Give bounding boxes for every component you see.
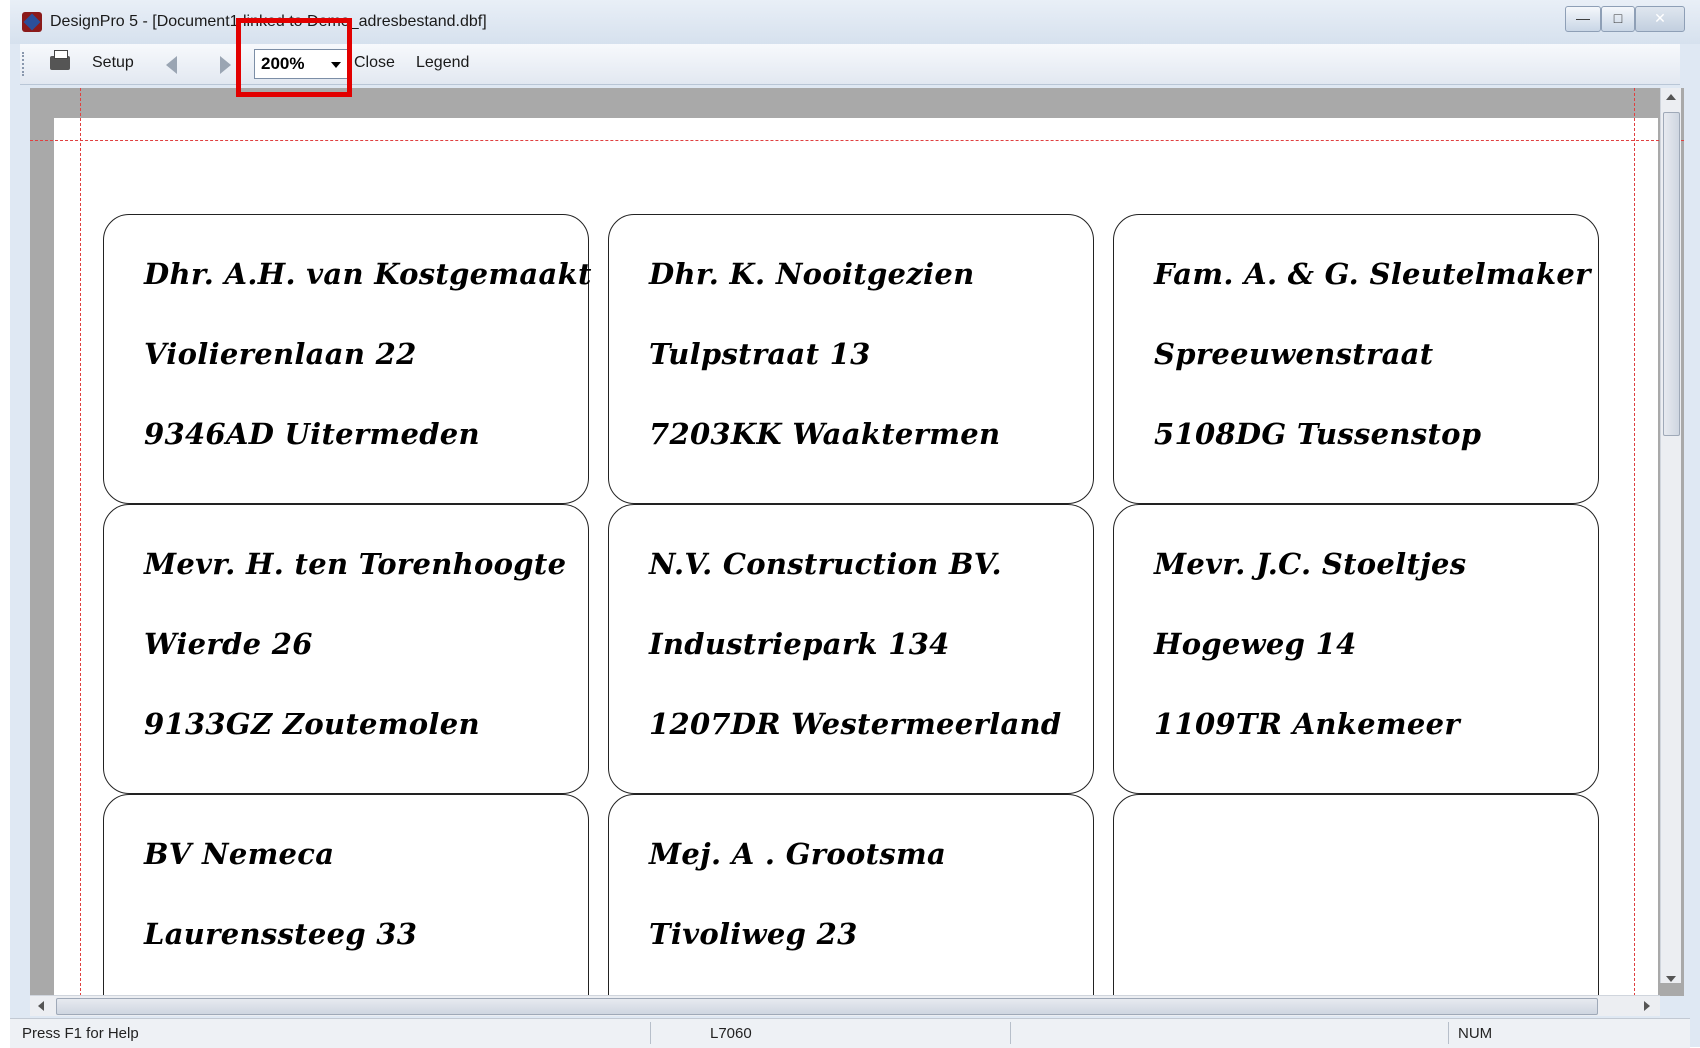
status-bar: Press F1 for Help L7060 NUM: [10, 1018, 1690, 1048]
horizontal-scroll-thumb[interactable]: [56, 998, 1598, 1015]
print-preview-area: Dhr. A.H. van Kostgemaakt Violierenlaan …: [30, 88, 1684, 996]
close-preview-button[interactable]: Close: [354, 54, 395, 72]
status-divider: [650, 1022, 651, 1044]
label-name: Dhr. A.H. van Kostgemaakt: [144, 257, 592, 291]
vertical-scrollbar[interactable]: [1660, 88, 1681, 983]
label-name: Fam. A. & G. Sleutelmaker: [1154, 257, 1591, 291]
previous-page-arrow-icon[interactable]: [166, 56, 177, 74]
label-name: Mevr. J.C. Stoeltjes: [1154, 547, 1467, 581]
scroll-down-icon[interactable]: [1666, 976, 1676, 982]
address-label[interactable]: [1113, 794, 1599, 996]
page-margin-guide: [80, 88, 81, 996]
address-label[interactable]: N.V. Construction BV. Industriepark 134 …: [608, 504, 1094, 794]
address-label[interactable]: Dhr. K. Nooitgezien Tulpstraat 13 7203KK…: [608, 214, 1094, 504]
status-divider: [1010, 1022, 1011, 1044]
address-label[interactable]: Fam. A. & G. Sleutelmaker Spreeuwenstraa…: [1113, 214, 1599, 504]
address-label[interactable]: BV Nemeca Laurenssteeg 33: [103, 794, 589, 996]
label-city: 1207DR Westermeerland: [649, 707, 1062, 741]
address-label[interactable]: Dhr. A.H. van Kostgemaakt Violierenlaan …: [103, 214, 592, 504]
label-city: 7203KK Waaktermen: [649, 417, 1001, 451]
label-street: Hogeweg 14: [1154, 627, 1357, 661]
minimize-button[interactable]: —: [1565, 6, 1601, 32]
label-city: 1109TR Ankemeer: [1154, 707, 1460, 741]
label-street: Laurenssteeg 33: [144, 917, 418, 951]
label-street: Tulpstraat 13: [649, 337, 871, 371]
label-city: 9133GZ Zoutemolen: [144, 707, 480, 741]
label-city: 9346AD Uitermeden: [144, 417, 480, 451]
address-label[interactable]: Mevr. H. ten Torenhoogte Wierde 26 9133G…: [103, 504, 589, 794]
status-num-indicator: NUM: [1458, 1025, 1493, 1042]
label-street: Spreeuwenstraat: [1154, 337, 1434, 371]
label-street: Wierde 26: [144, 627, 313, 661]
label-name: Dhr. K. Nooitgezien: [649, 257, 975, 291]
app-window: DesignPro 5 - [Document1 linked to Demo_…: [10, 0, 1700, 1047]
label-street: Industriepark 134: [649, 627, 950, 661]
address-label[interactable]: Mevr. J.C. Stoeltjes Hogeweg 14 1109TR A…: [1113, 504, 1599, 794]
address-label[interactable]: Mej. A . Grootsma Tivoliweg 23: [608, 794, 1094, 996]
scroll-left-icon[interactable]: [38, 1001, 44, 1011]
printer-icon[interactable]: [50, 50, 70, 70]
maximize-button[interactable]: □: [1601, 6, 1635, 32]
legend-button[interactable]: Legend: [416, 54, 469, 72]
label-city: 5108DG Tussenstop: [1154, 417, 1482, 451]
setup-button[interactable]: Setup: [92, 54, 134, 72]
label-name: Mej. A . Grootsma: [649, 837, 947, 871]
close-window-button[interactable]: ✕: [1635, 6, 1685, 32]
page-margin-guide: [1634, 88, 1635, 996]
status-label-type: L7060: [710, 1025, 752, 1042]
vertical-scroll-thumb[interactable]: [1663, 112, 1680, 436]
page-margin-guide: [30, 140, 1684, 141]
scroll-up-icon[interactable]: [1666, 94, 1676, 100]
status-divider: [1448, 1022, 1449, 1044]
designpro-app-icon[interactable]: [22, 12, 42, 32]
toolbar-grip[interactable]: [22, 52, 27, 76]
next-page-arrow-icon[interactable]: [220, 56, 231, 74]
label-name: N.V. Construction BV.: [649, 547, 1002, 581]
status-help-text: Press F1 for Help: [22, 1025, 139, 1042]
zoom-highlight-annotation: [236, 18, 352, 97]
label-street: Tivoliweg 23: [649, 917, 858, 951]
label-name: BV Nemeca: [144, 837, 335, 871]
label-name: Mevr. H. ten Torenhoogte: [144, 547, 567, 581]
label-street: Violierenlaan 22: [144, 337, 417, 371]
scroll-right-icon[interactable]: [1644, 1001, 1650, 1011]
horizontal-scrollbar[interactable]: [30, 995, 1660, 1016]
